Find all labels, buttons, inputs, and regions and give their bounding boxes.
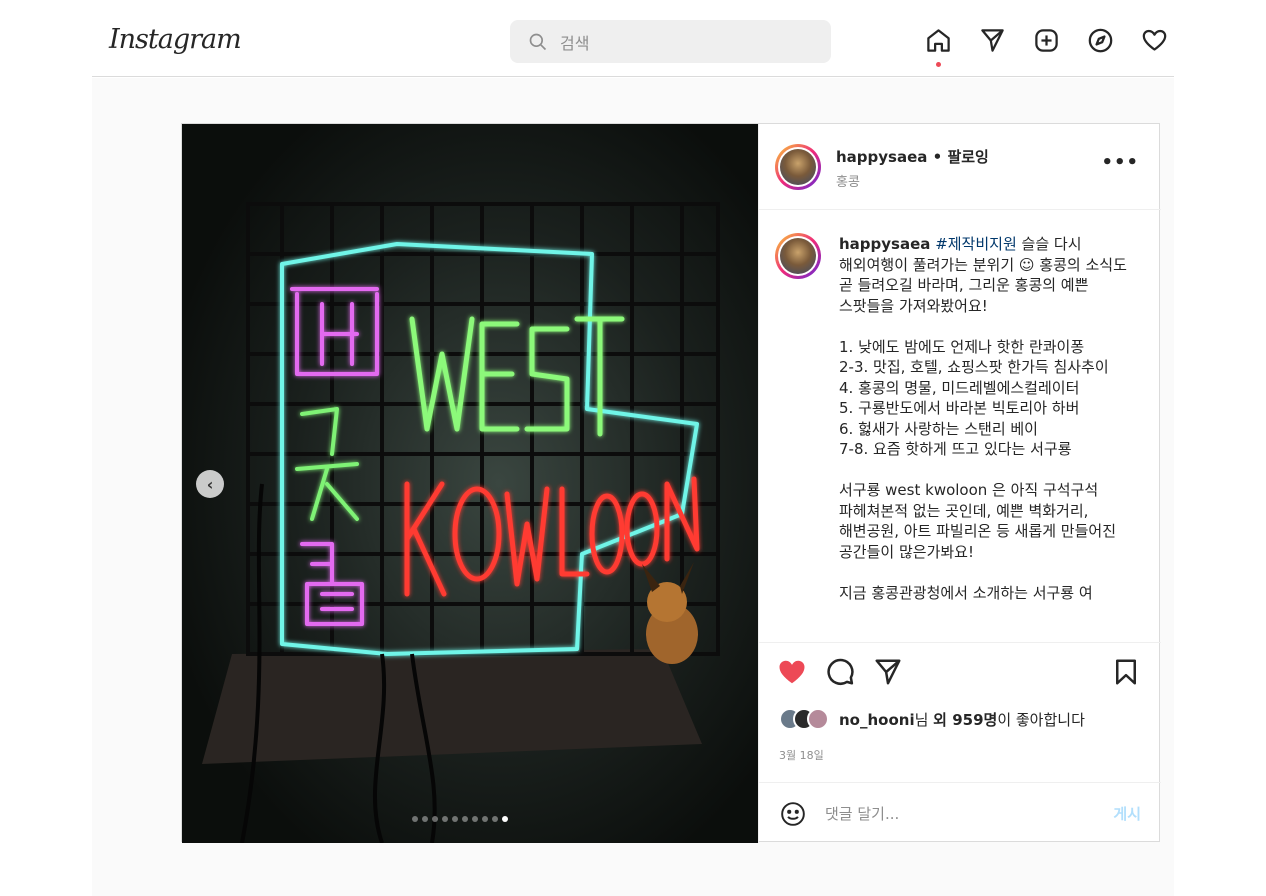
nav-icons: [925, 27, 1195, 67]
carousel-prev-button[interactable]: ‹: [196, 470, 224, 498]
active-indicator: [936, 62, 941, 67]
carousel-dot: [422, 816, 428, 822]
post-comment-button[interactable]: 게시: [1113, 803, 1141, 824]
carousel-dot: [442, 816, 448, 822]
carousel-dot: [472, 816, 478, 822]
carousel-dot: [492, 816, 498, 822]
post-sidebar: happysaea • 팔로잉 홍콩 ••• happysaea #제작비지원 …: [758, 124, 1161, 843]
share-icon: [875, 659, 901, 685]
top-navbar: Instagram 검색: [92, 0, 1174, 77]
more-options-button[interactable]: •••: [1101, 152, 1139, 173]
likes-summary[interactable]: no_hooni님 외 959명이 좋아합니다: [779, 708, 1085, 730]
heart-filled-icon: [779, 660, 805, 684]
carousel-dot: [432, 816, 438, 822]
carousel-dot: [412, 816, 418, 822]
carousel-dot: [482, 816, 488, 822]
instagram-logo[interactable]: Instagram: [109, 24, 242, 55]
home-button[interactable]: [925, 27, 952, 67]
neon-sign-photo: [182, 124, 758, 843]
explore-icon: [1088, 28, 1113, 53]
post-date[interactable]: 3월 18일: [779, 747, 824, 763]
location-link[interactable]: 홍콩: [836, 171, 860, 190]
search-placeholder: 검색: [560, 33, 590, 53]
home-icon: [927, 29, 950, 52]
like-button[interactable]: [777, 657, 807, 687]
search-input[interactable]: 검색: [510, 20, 831, 63]
save-icon: [1116, 659, 1136, 685]
activity-button[interactable]: [1141, 27, 1168, 54]
save-button[interactable]: [1111, 657, 1141, 687]
emoji-icon: [781, 802, 805, 826]
username-link[interactable]: happysaea: [836, 148, 927, 166]
likes-suffix-1: 님: [914, 710, 934, 729]
avatar[interactable]: [775, 233, 821, 279]
emoji-button[interactable]: [780, 801, 806, 827]
share-button[interactable]: [873, 657, 903, 687]
likes-text: no_hooni님 외 959명이 좋아합니다: [839, 709, 1085, 730]
caption-username[interactable]: happysaea: [839, 235, 930, 253]
action-bar: no_hooni님 외 959명이 좋아합니다 3월 18일: [759, 642, 1161, 782]
new-post-icon: [1035, 29, 1058, 52]
comment-button[interactable]: [825, 657, 855, 687]
activity-heart-icon: [1142, 29, 1167, 51]
caption-body: 슬슬 다시 해외여행이 풀려가는 분위기 ☺ 홍콩의 소식도 곧 들려오길 바라…: [839, 235, 1127, 602]
caption-section: happysaea #제작비지원 슬슬 다시 해외여행이 풀려가는 분위기 ☺ …: [759, 211, 1161, 641]
explore-button[interactable]: [1087, 27, 1114, 54]
carousel-dot: [462, 816, 468, 822]
direct-button[interactable]: [979, 27, 1006, 54]
comment-box: 댓글 달기... 게시: [759, 782, 1161, 843]
avatar[interactable]: [775, 144, 821, 190]
liker-avatar: [807, 708, 829, 730]
carousel-dots: [412, 816, 512, 822]
comment-icon: [827, 658, 854, 685]
post-author: happysaea • 팔로잉: [836, 146, 989, 167]
post-card: ‹ happysaea • 팔로잉 홍콩 ••• happysaea #제작비지…: [181, 123, 1161, 843]
direct-icon: [981, 29, 1004, 52]
hashtag-link[interactable]: #제작비지원: [935, 235, 1017, 253]
liker-username[interactable]: no_hooni: [839, 711, 915, 729]
carousel-dot: [502, 816, 508, 822]
caption-text: happysaea #제작비지원 슬슬 다시 해외여행이 풀려가는 분위기 ☺ …: [839, 234, 1144, 603]
separator-dot: •: [932, 148, 948, 166]
new-post-button[interactable]: [1033, 27, 1060, 54]
likes-suffix-2: 이 좋아합니다: [997, 710, 1085, 729]
likes-count[interactable]: 외 959명: [933, 711, 997, 729]
search-icon: [529, 33, 547, 50]
post-media[interactable]: ‹: [182, 124, 758, 843]
comment-input[interactable]: 댓글 달기...: [825, 803, 899, 824]
post-header: happysaea • 팔로잉 홍콩 •••: [759, 124, 1161, 210]
carousel-dot: [452, 816, 458, 822]
chevron-left-icon: ‹: [206, 474, 214, 494]
follow-status[interactable]: 팔로잉: [947, 148, 988, 166]
